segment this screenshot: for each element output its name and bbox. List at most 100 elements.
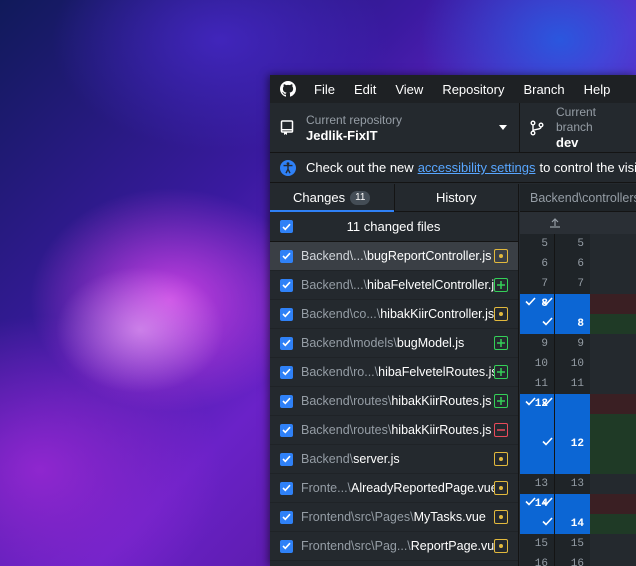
menu-file[interactable]: File [314, 82, 335, 97]
accessibility-banner: Check out the new accessibility settings… [270, 153, 636, 183]
new-line-number: 8 [577, 318, 584, 330]
repo-label: Current repository [306, 112, 403, 127]
file-checkbox[interactable] [280, 452, 293, 466]
changed-file-row[interactable]: Fronte...\AlreadyReportedPage.vue [270, 474, 518, 503]
diff-line: 77 [520, 274, 636, 294]
select-all-checkbox[interactable] [280, 220, 293, 233]
diff-line[interactable] [520, 454, 636, 474]
menu-repository[interactable]: Repository [442, 82, 504, 97]
line-select-check-icon[interactable] [525, 397, 537, 409]
new-line-number: 14 [570, 518, 584, 530]
changed-file-row[interactable]: Backend\...\hibaFelvetelController.js [270, 271, 518, 300]
line-select-check-icon[interactable] [525, 497, 537, 509]
file-status-added-icon [494, 365, 508, 379]
file-name: hibakKiirRoutes.js [391, 423, 492, 437]
repo-icon [280, 119, 296, 136]
accessibility-settings-link[interactable]: accessibility settings [418, 160, 536, 175]
branch-name: dev [556, 135, 579, 150]
diff-line[interactable]: 8 [520, 314, 636, 334]
diff-gutter[interactable]: 14 [520, 494, 590, 514]
diff-line[interactable]: 14 [520, 494, 636, 514]
diff-code [590, 494, 636, 514]
file-checkbox[interactable] [280, 510, 293, 524]
line-select-check-icon[interactable] [542, 517, 554, 529]
file-status-added-icon [494, 278, 508, 292]
file-checkbox[interactable] [280, 481, 293, 495]
diff-gutter: 10 10 [520, 354, 590, 374]
new-line-number: 10 [570, 358, 584, 370]
new-line-number: 15 [570, 538, 584, 550]
diff-gutter: 99 [520, 334, 590, 354]
changed-files-header: 11 changed files [270, 212, 518, 242]
diff-gutter[interactable]: 8 [520, 314, 590, 334]
expand-up-icon[interactable] [520, 218, 590, 228]
file-name: server.js [353, 452, 400, 466]
changed-file-row[interactable]: Frontend\src\Pages\MyTasks.vue [270, 503, 518, 532]
line-select-check-icon[interactable] [542, 497, 554, 509]
changed-file-row[interactable]: Backend\...\bugReportController.js [270, 242, 518, 271]
file-checkbox[interactable] [280, 278, 293, 292]
menu-edit[interactable]: Edit [354, 82, 376, 97]
changed-file-row[interactable]: Frontend\src\Pag...\ReportPage.vue [270, 532, 518, 561]
changed-file-row[interactable]: Backend\ro...\hibaFelvetelRoutes.js [270, 358, 518, 387]
old-line-number: 15 [520, 534, 555, 554]
changed-file-row[interactable]: Backend\models\bugModel.js [270, 329, 518, 358]
diff-code [590, 474, 636, 494]
diff-line[interactable] [520, 414, 636, 434]
diff-code [590, 254, 636, 274]
diff-line[interactable]: 12 [520, 394, 636, 414]
line-select-check-icon[interactable] [542, 297, 554, 309]
file-path: Backend\co...\hibakKiirController.js [301, 307, 494, 321]
diff-line[interactable]: 14 [520, 514, 636, 534]
file-checkbox[interactable] [280, 249, 293, 263]
old-line-number: 5 [520, 234, 555, 254]
diff-line[interactable]: 8 [520, 294, 636, 314]
changed-file-row[interactable]: Backend\routes\hibakKiirRoutes.js [270, 416, 518, 445]
file-checkbox[interactable] [280, 423, 293, 437]
line-select-check-icon[interactable] [542, 317, 554, 329]
diff-gutter: 77 [520, 274, 590, 294]
file-checkbox[interactable] [280, 394, 293, 408]
diff-gutter[interactable]: 12 [520, 394, 590, 414]
file-checkbox[interactable] [280, 336, 293, 350]
line-select-check-icon[interactable] [542, 437, 554, 449]
file-name: hibakKiirRoutes.js [391, 394, 492, 408]
changed-file-row[interactable]: Backend\server.js [270, 445, 518, 474]
line-select-check-icon[interactable] [542, 397, 554, 409]
diff-line: 16 16 [520, 554, 636, 566]
file-path: Backend\routes\hibakKiirRoutes.js [301, 423, 494, 437]
diff-line: 99 [520, 334, 636, 354]
file-name: hibakKiirController.js [380, 307, 494, 321]
current-branch-selector[interactable]: Current branch dev [520, 103, 636, 152]
file-path: Backend\...\bugReportController.js [301, 249, 494, 263]
file-status-modified-icon [494, 510, 508, 524]
current-repository-selector[interactable]: Current repository Jedlik-FixIT [270, 103, 520, 152]
file-checkbox[interactable] [280, 307, 293, 321]
diff-gutter[interactable]: 12 [520, 434, 590, 454]
diff-gutter[interactable]: 14 [520, 514, 590, 534]
diff-code [590, 374, 636, 394]
diff-line[interactable]: 12 [520, 434, 636, 454]
diff-code [590, 334, 636, 354]
file-name: hibaFelvetelRoutes.js [378, 365, 494, 379]
diff-gutter[interactable]: 8 [520, 294, 590, 314]
file-dir: Frontend\src\Pages\ [301, 510, 414, 524]
file-checkbox[interactable] [280, 365, 293, 379]
changed-file-row[interactable]: Backend\routes\hibakKiirRoutes.js [270, 387, 518, 416]
diff-gutter[interactable] [520, 414, 590, 434]
diff-line: 15 15 [520, 534, 636, 554]
new-line-number [555, 294, 590, 314]
menu-help[interactable]: Help [584, 82, 611, 97]
chevron-down-icon [499, 125, 507, 130]
changed-file-row[interactable]: Backend\co...\hibakKiirController.js [270, 300, 518, 329]
file-checkbox[interactable] [280, 539, 293, 553]
file-dir: Backend\ro...\ [301, 365, 379, 379]
sidebar-tabs: Changes 11 History [270, 184, 518, 212]
diff-line: 11 11 [520, 374, 636, 394]
menu-branch[interactable]: Branch [523, 82, 564, 97]
diff-gutter[interactable] [520, 454, 590, 474]
menu-view[interactable]: View [395, 82, 423, 97]
tab-history[interactable]: History [393, 184, 519, 211]
tab-changes[interactable]: Changes 11 [270, 184, 394, 212]
line-select-check-icon[interactable] [525, 297, 537, 309]
